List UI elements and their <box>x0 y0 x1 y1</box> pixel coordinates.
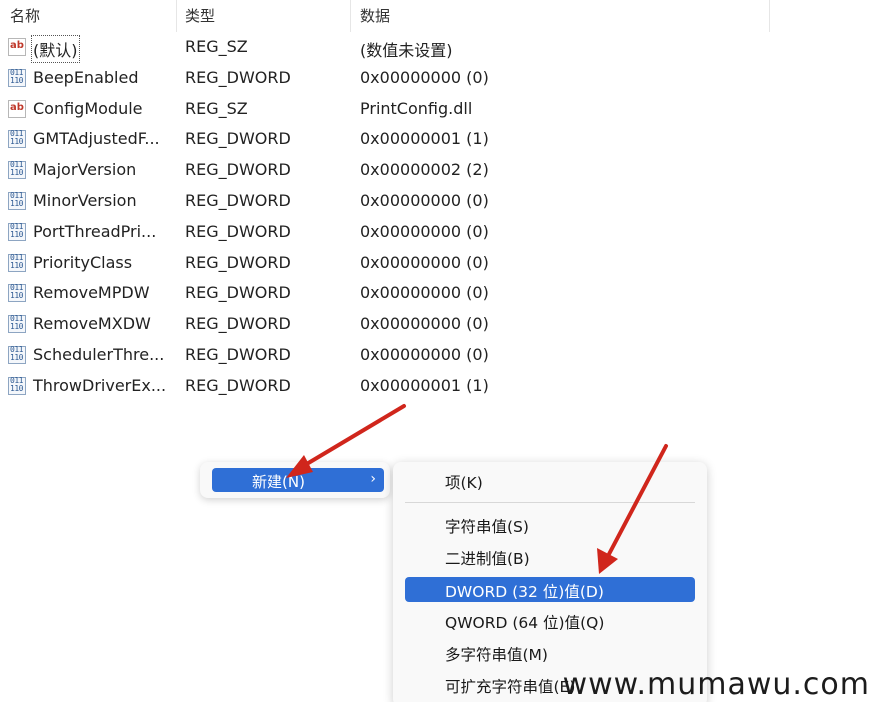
annotation-arrow <box>286 404 406 478</box>
registry-editor-value-pane: 名称 类型 数据 ab (默认) REG_SZ (数值未设置) 011 110 B… <box>0 0 872 702</box>
watermark: www.mumawu.com <box>562 667 870 702</box>
annotation-arrow <box>597 444 668 574</box>
annotation-arrows <box>286 404 668 574</box>
